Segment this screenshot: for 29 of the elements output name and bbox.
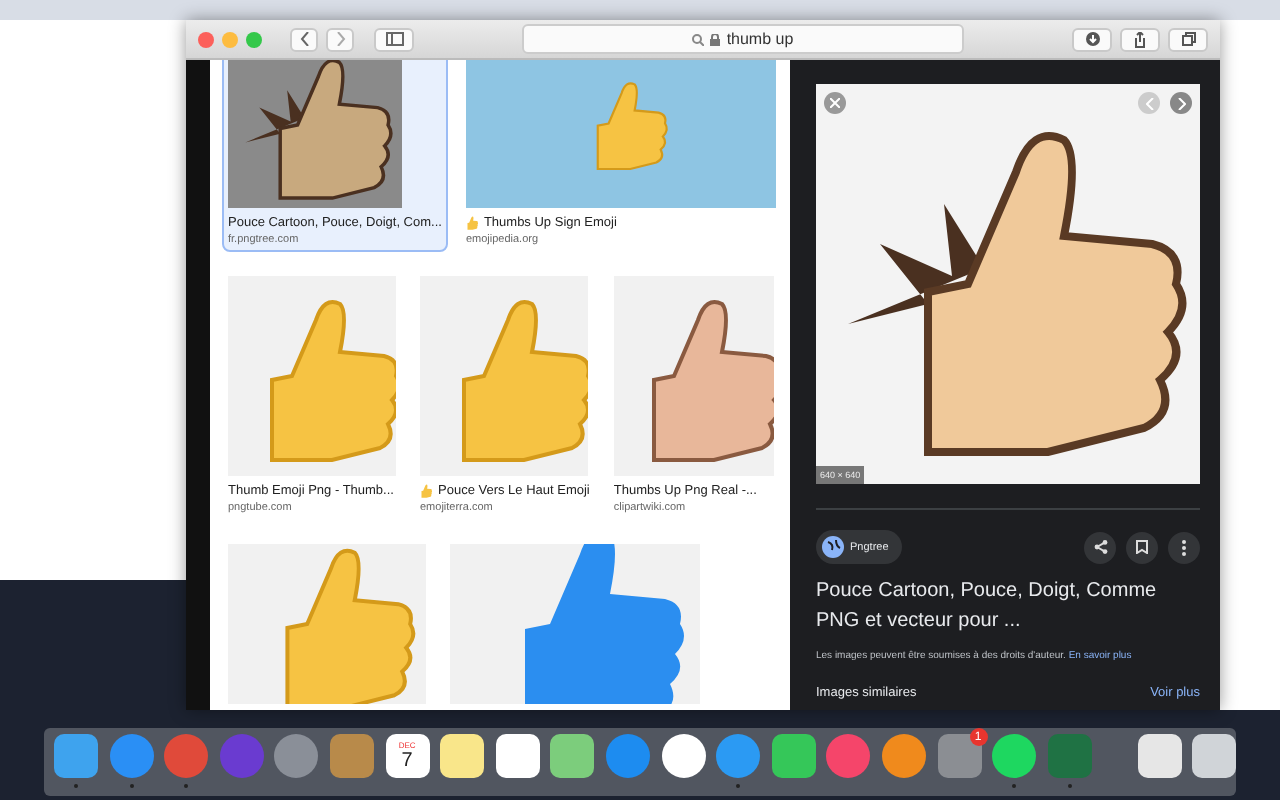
address-field[interactable]: thumb up: [522, 24, 964, 54]
share-button[interactable]: [1120, 27, 1160, 51]
close-icon: [830, 98, 840, 108]
image-title: Pouce Cartoon, Pouce, Doigt, Comme PNG et vecteur pour ...: [816, 578, 1159, 636]
thumb-up-drawing: [596, 82, 668, 171]
close-button[interactable]: [198, 31, 214, 47]
share-button[interactable]: [1084, 531, 1116, 563]
download-icon: [1085, 32, 1099, 46]
globe-icon: [822, 536, 844, 558]
image-result[interactable]: [444, 538, 706, 710]
image-result[interactable]: [222, 538, 432, 710]
lock-icon: [710, 33, 721, 45]
chevron-left-icon: [1145, 97, 1153, 109]
sidebar-button[interactable]: [374, 27, 414, 51]
share-icon: [1134, 31, 1146, 47]
download-button[interactable]: [1072, 27, 1112, 51]
zoom-button[interactable]: [246, 31, 262, 47]
chevron-right-icon: [335, 32, 345, 46]
bookmark-button[interactable]: [1126, 531, 1158, 563]
chevron-left-icon: [299, 32, 309, 46]
tabs-button[interactable]: [1168, 27, 1208, 51]
search-icon: [692, 33, 705, 45]
back-button[interactable]: [290, 27, 318, 51]
bookmark-icon: [1136, 540, 1148, 554]
tabs-icon: [1181, 32, 1195, 46]
more-button[interactable]: [1168, 531, 1200, 563]
sidebar-icon: [385, 32, 403, 46]
chevron-right-icon: [1177, 97, 1185, 109]
share-icon: [1093, 540, 1107, 554]
